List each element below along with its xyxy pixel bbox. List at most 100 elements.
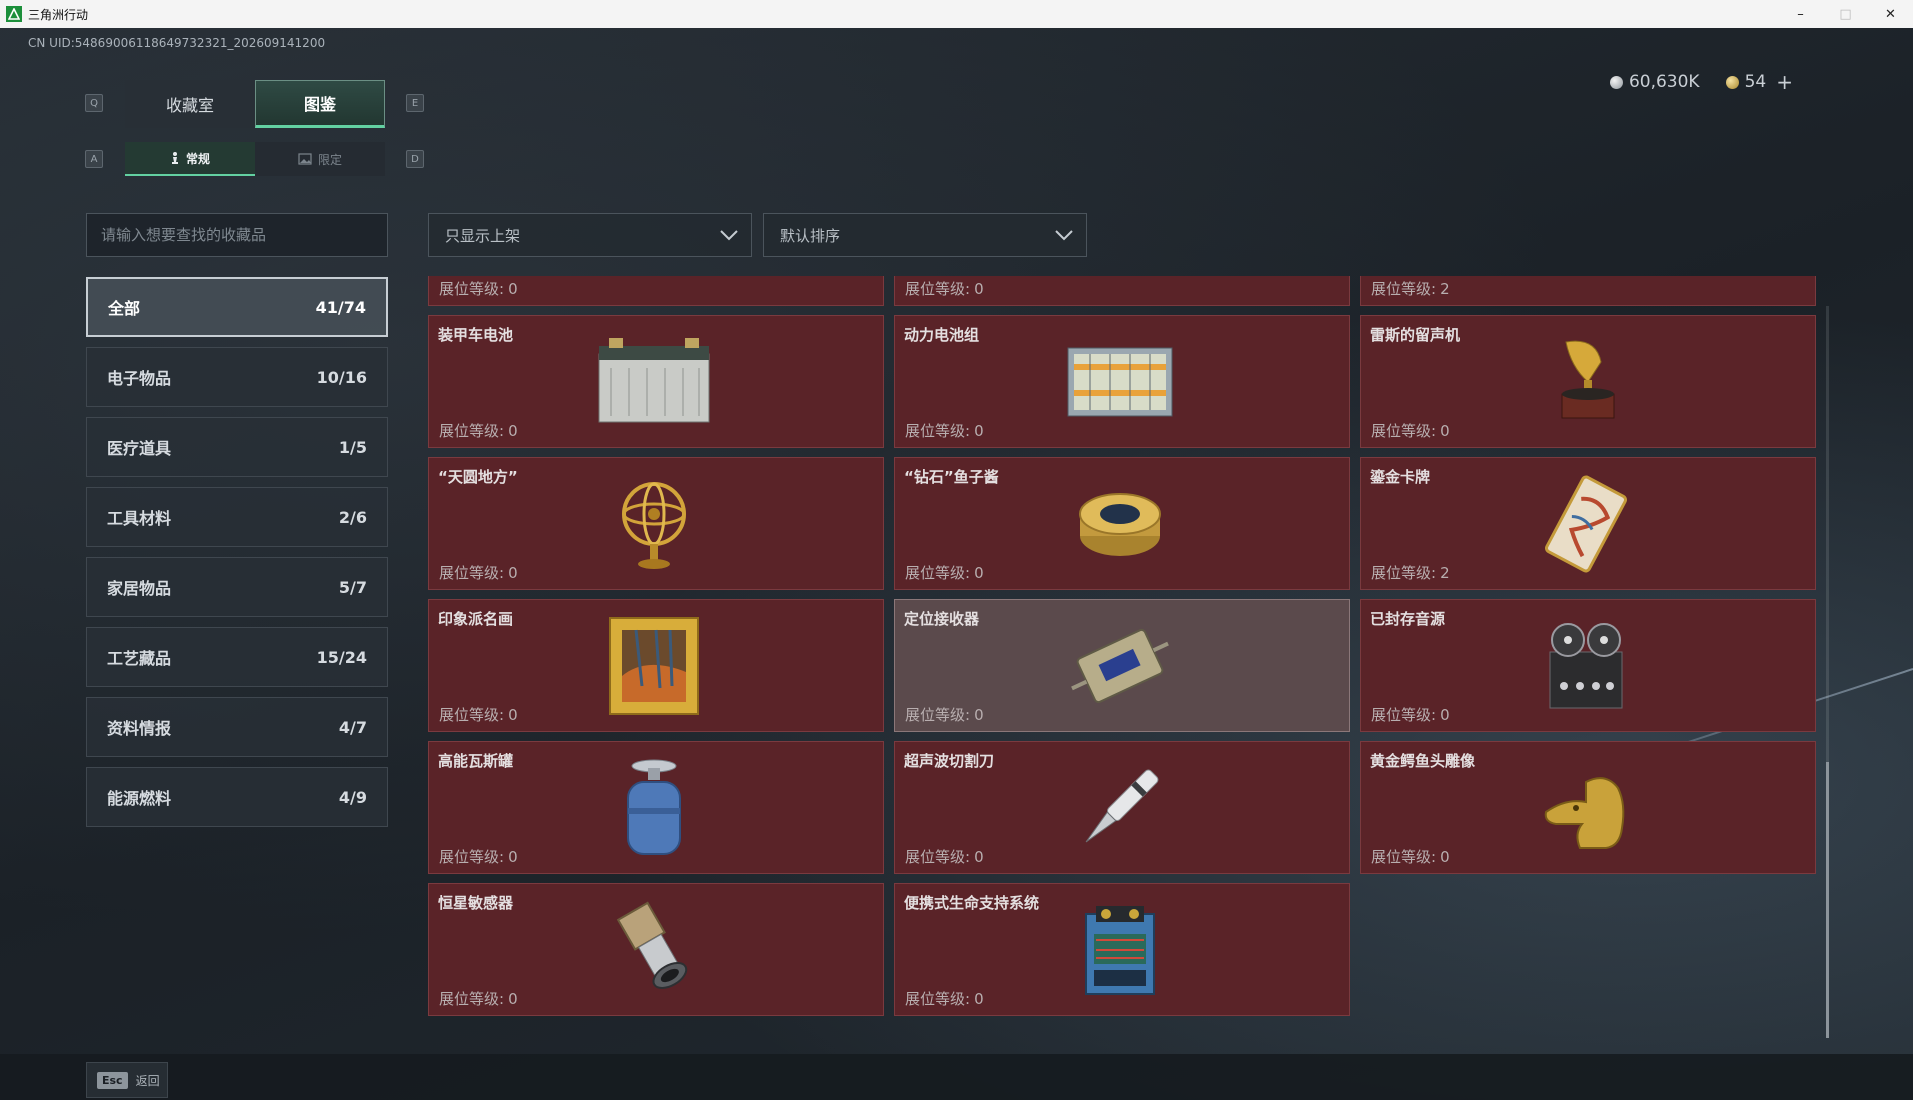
tab-limited-label: 限定 xyxy=(317,152,342,167)
item-name: 超声波切割刀 xyxy=(904,752,995,770)
gramophone-icon xyxy=(1516,330,1656,434)
item-card[interactable]: 展位等级: 2 xyxy=(1360,276,1816,306)
reel-recorder-icon xyxy=(1516,614,1656,718)
tab-catalog[interactable]: 图鉴 xyxy=(255,80,385,128)
item-card-ultrasonic-cutter[interactable]: 超声波切割刀 展位等级: 0 xyxy=(894,741,1350,874)
car-battery-icon xyxy=(584,330,724,434)
key-hint-q: Q xyxy=(85,94,103,112)
key-hint-e: E xyxy=(406,94,424,112)
back-button[interactable]: Esc 返回 xyxy=(86,1062,168,1098)
bottom-bar: Esc 返回 xyxy=(0,1054,1913,1100)
category-label: 工艺藏品 xyxy=(107,649,172,668)
category-count: 4/9 xyxy=(338,787,367,807)
item-card-gramophone[interactable]: 雷斯的留声机 展位等级: 0 xyxy=(1360,315,1816,448)
minimize-button[interactable]: – xyxy=(1778,0,1823,28)
category-tools[interactable]: 工具材料 2/6 xyxy=(86,487,388,547)
category-all[interactable]: 全部 41/74 xyxy=(86,277,388,337)
item-name: 已封存音源 xyxy=(1370,610,1446,628)
category-count: 5/7 xyxy=(338,577,367,597)
item-name: 定位接收器 xyxy=(904,610,980,628)
item-card-golden-crocodile[interactable]: 黄金鳄鱼头雕像 展位等级: 0 xyxy=(1360,741,1816,874)
category-count: 15/24 xyxy=(316,647,367,667)
star-sensor-icon xyxy=(584,898,724,1002)
booth-level: 展位等级: 0 xyxy=(905,280,984,298)
item-name: 雷斯的留声机 xyxy=(1370,326,1461,344)
grid-scrollbar[interactable] xyxy=(1826,306,1829,1038)
item-card-gilded-card[interactable]: 鎏金卡牌 展位等级: 2 xyxy=(1360,457,1816,590)
category-count: 10/16 xyxy=(316,367,367,387)
scrollbar-thumb[interactable] xyxy=(1826,762,1829,1038)
item-name: 动力电池组 xyxy=(904,326,980,344)
maximize-button[interactable]: □ xyxy=(1823,0,1868,28)
statue-icon xyxy=(171,152,178,164)
item-card-star-sensor[interactable]: 恒星敏感器 展位等级: 0 xyxy=(428,883,884,1016)
search-input[interactable] xyxy=(86,213,388,257)
booth-level: 展位等级: 0 xyxy=(439,848,518,866)
game-viewport: CN UID:548690061186497323​21_20260914120… xyxy=(0,28,1913,1100)
booth-level: 展位等级: 0 xyxy=(905,706,984,724)
tab-regular-label: 常规 xyxy=(185,151,210,166)
user-uid: CN UID:548690061186497323​21_20260914120… xyxy=(28,36,326,50)
booth-level: 展位等级: 2 xyxy=(1371,564,1450,582)
item-card[interactable]: 展位等级: 0 xyxy=(428,276,884,306)
category-medical[interactable]: 医疗道具 1/5 xyxy=(86,417,388,477)
currency-bar: 60,630K 54 + xyxy=(1609,70,1793,94)
category-crafts[interactable]: 工艺藏品 15/24 xyxy=(86,627,388,687)
gilded-card-icon xyxy=(1516,472,1656,576)
armillary-sphere-icon xyxy=(584,472,724,576)
key-hint-a: A xyxy=(85,150,103,168)
item-card-caviar[interactable]: “钻石”鱼子酱 展位等级: 0 xyxy=(894,457,1350,590)
item-card-gps-receiver[interactable]: 定位接收器 展位等级: 0 xyxy=(894,599,1350,732)
back-label: 返回 xyxy=(135,1073,160,1088)
display-filter-dropdown[interactable]: 只显示上架 xyxy=(428,213,752,257)
sort-dropdown[interactable]: 默认排序 xyxy=(763,213,1087,257)
booth-level: 展位等级: 0 xyxy=(439,990,518,1008)
golden-crocodile-icon xyxy=(1516,756,1656,860)
tab-collection-room[interactable]: 收藏室 xyxy=(125,80,255,128)
add-currency-button[interactable]: + xyxy=(1776,70,1793,94)
tab-regular[interactable]: 常规 xyxy=(125,142,255,176)
item-card-impressionist-painting[interactable]: 印象派名画 展位等级: 0 xyxy=(428,599,884,732)
category-household[interactable]: 家居物品 5/7 xyxy=(86,557,388,617)
sort-value: 默认排序 xyxy=(780,226,841,245)
category-label: 医疗道具 xyxy=(107,439,172,458)
item-name: 高能瓦斯罐 xyxy=(438,752,514,770)
item-card-power-battery-pack[interactable]: 动力电池组 展位等级: 0 xyxy=(894,315,1350,448)
gps-receiver-icon xyxy=(1050,614,1190,718)
item-card-sealed-audio[interactable]: 已封存音源 展位等级: 0 xyxy=(1360,599,1816,732)
category-label: 全部 xyxy=(108,299,141,318)
item-card-armillary[interactable]: “天圆地方” 展位等级: 0 xyxy=(428,457,884,590)
picture-icon xyxy=(298,153,312,165)
window-titlebar: 三角洲行动 – □ ✕ xyxy=(0,0,1913,28)
booth-level: 展位等级: 0 xyxy=(1371,848,1450,866)
item-name: 黄金鳄鱼头雕像 xyxy=(1370,752,1476,770)
item-card-gas-canister[interactable]: 高能瓦斯罐 展位等级: 0 xyxy=(428,741,884,874)
category-label: 电子物品 xyxy=(107,369,172,388)
key-hint-d: D xyxy=(406,150,424,168)
coin-icon xyxy=(1609,75,1623,89)
category-count: 4/7 xyxy=(338,717,367,737)
main-tabs: 收藏室 图鉴 xyxy=(125,80,385,128)
gas-canister-icon xyxy=(584,756,724,860)
ultrasonic-cutter-icon xyxy=(1050,756,1190,860)
item-name: 装甲车电池 xyxy=(438,326,514,344)
framed-painting-icon xyxy=(584,614,724,718)
category-intel[interactable]: 资料情报 4/7 xyxy=(86,697,388,757)
item-name: “天圆地方” xyxy=(438,468,518,486)
booth-level: 展位等级: 0 xyxy=(905,564,984,582)
category-fuel[interactable]: 能源燃料 4/9 xyxy=(86,767,388,827)
booth-level: 展位等级: 0 xyxy=(1371,706,1450,724)
item-card-life-support[interactable]: 便携式生命支持系统 展位等级: 0 xyxy=(894,883,1350,1016)
category-electronics[interactable]: 电子物品 10/16 xyxy=(86,347,388,407)
category-label: 家居物品 xyxy=(107,579,172,598)
item-name: 鎏金卡牌 xyxy=(1370,468,1431,486)
esc-key-hint: Esc xyxy=(97,1071,128,1089)
booth-level: 展位等级: 0 xyxy=(905,990,984,1008)
item-card[interactable]: 展位等级: 0 xyxy=(894,276,1350,306)
tab-limited[interactable]: 限定 xyxy=(255,142,385,176)
item-name: 恒星敏感器 xyxy=(438,894,514,912)
item-card-armored-battery[interactable]: 装甲车电池 展位等级: 0 xyxy=(428,315,884,448)
close-button[interactable]: ✕ xyxy=(1868,0,1913,28)
display-filter-value: 只显示上架 xyxy=(445,226,521,245)
premium-coin-icon xyxy=(1725,75,1739,89)
